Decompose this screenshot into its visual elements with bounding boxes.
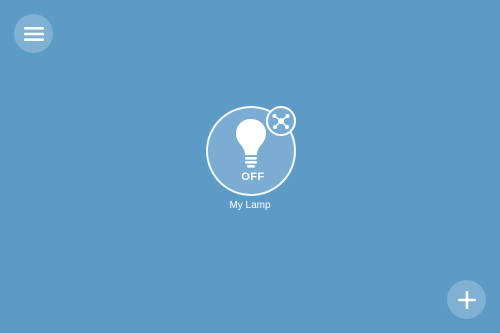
light-bulb-icon [236,119,266,168]
plus-icon [457,290,476,309]
menu-button[interactable] [14,14,53,53]
hub-network-icon [272,114,290,129]
add-device-button[interactable] [447,280,486,319]
device-name-label: My Lamp [229,200,271,211]
device-state-label: OFF [241,171,265,183]
hamburger-menu-icon [23,26,44,41]
hub-badge-button[interactable] [266,106,296,136]
